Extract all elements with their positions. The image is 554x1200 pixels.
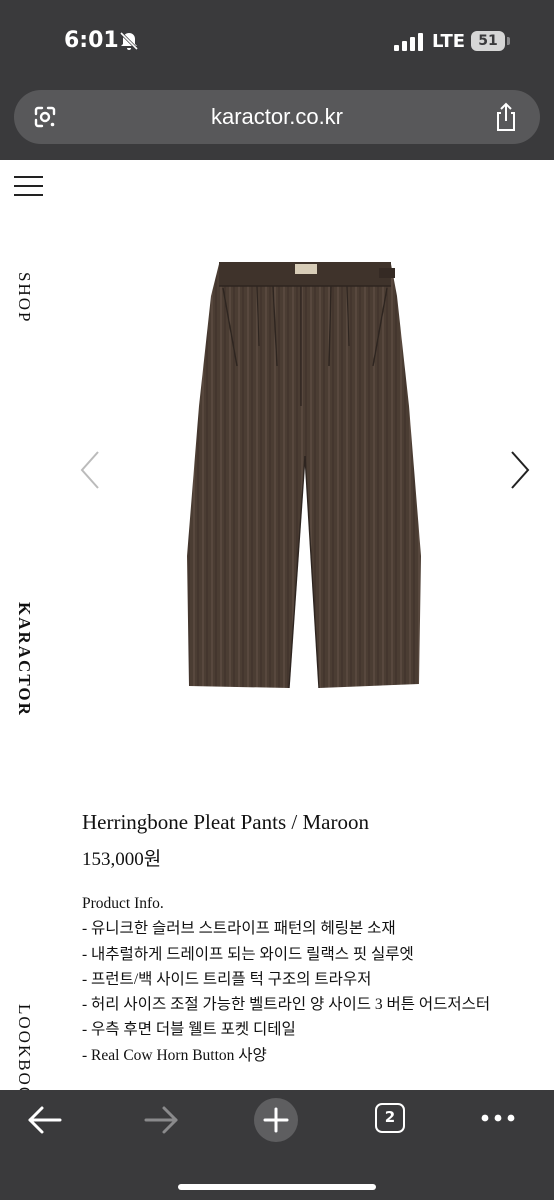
tab-switcher-icon[interactable]: 2 bbox=[375, 1103, 405, 1133]
brand-logo[interactable]: KARACTOR bbox=[14, 602, 34, 717]
network-type: LTE bbox=[432, 31, 466, 52]
info-line: - 유니크한 슬러브 스트라이프 패턴의 헤링본 소재 bbox=[82, 920, 396, 938]
product-title: Herringbone Pleat Pants / Maroon bbox=[82, 810, 369, 834]
status-time: 6:01 bbox=[64, 28, 119, 53]
product-info: Product Info. - 유니크한 슬러브 스트라이프 패턴의 헤링본 소… bbox=[82, 891, 490, 1068]
battery-tip bbox=[507, 37, 510, 45]
product-price: 153,000원 bbox=[82, 849, 162, 870]
address-bar[interactable]: karactor.co.kr bbox=[14, 90, 540, 144]
status-bar: 6:01 LTE 51 bbox=[0, 0, 554, 84]
product-image bbox=[187, 262, 421, 689]
nav-shop[interactable]: SHOP bbox=[14, 272, 34, 323]
silent-bell-icon bbox=[119, 31, 139, 51]
more-options-icon[interactable] bbox=[480, 1112, 516, 1124]
info-line: - 허리 사이즈 조절 가능한 벨트라인 양 사이드 3 버튼 어드저스터 bbox=[82, 996, 491, 1014]
menu-icon[interactable] bbox=[14, 176, 44, 198]
share-icon[interactable] bbox=[492, 102, 520, 132]
back-arrow-icon[interactable] bbox=[26, 1104, 64, 1136]
browser-top-bar: 6:01 LTE 51 karactor.co.kr bbox=[0, 0, 554, 160]
info-heading: Product Info. bbox=[82, 895, 164, 912]
cellular-signal-icon bbox=[394, 33, 423, 51]
info-line: - Real Cow Horn Button 사양 bbox=[82, 1046, 267, 1064]
forward-arrow-icon[interactable] bbox=[142, 1104, 180, 1136]
home-indicator[interactable] bbox=[178, 1184, 376, 1190]
info-line: - 내추럴하게 드레이프 되는 와이드 릴랙스 핏 실루엣 bbox=[82, 945, 414, 963]
info-line: - 프런트/백 사이드 트리플 턱 구조의 트라우저 bbox=[82, 970, 372, 988]
carousel-prev-icon[interactable] bbox=[76, 448, 104, 492]
info-line: - 우측 후면 더블 웰트 포켓 디테일 bbox=[82, 1021, 296, 1039]
battery-icon: 51 bbox=[471, 31, 505, 51]
new-tab-icon[interactable] bbox=[253, 1097, 299, 1143]
carousel-next-icon[interactable] bbox=[506, 448, 534, 492]
url-text: karactor.co.kr bbox=[210, 104, 344, 129]
